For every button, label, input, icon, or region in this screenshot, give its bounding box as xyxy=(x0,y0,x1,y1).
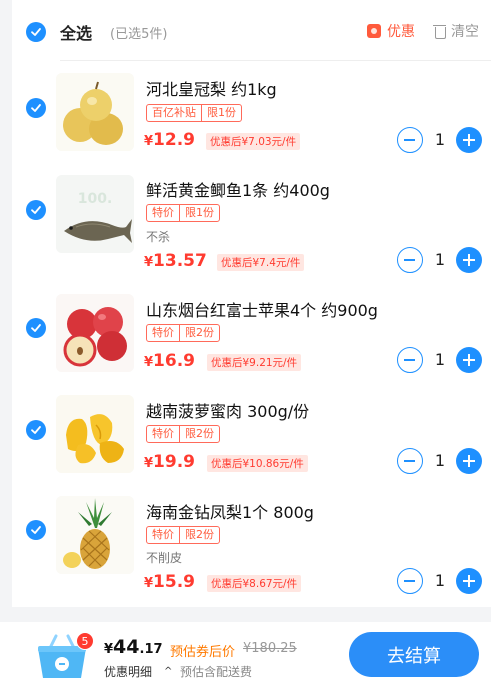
item-tag: 特价 xyxy=(152,326,174,339)
checkmark-icon xyxy=(31,104,41,112)
chevron-up-icon[interactable]: ^ xyxy=(164,666,172,677)
cart-item: 越南菠萝蜜肉 300g/份 特价 限2份 ¥19.9 优惠后¥10.86元/件 … xyxy=(12,392,491,502)
after-discount-price: 优惠后¥7.03元/件 xyxy=(206,133,301,150)
item-tags: 特价 限2份 xyxy=(146,526,220,544)
item-title[interactable]: 越南菠萝蜜肉 300g/份 xyxy=(146,398,309,422)
checkmark-icon xyxy=(31,526,41,534)
after-discount-price: 优惠后¥7.4元/件 xyxy=(217,254,305,271)
cart-item: 100. 鲜活黄金鲫鱼1条 约400g 特价 限1份 不杀 ¥13.57 优惠后… xyxy=(12,172,491,282)
decrease-qty-button[interactable] xyxy=(397,247,423,273)
coupon-button[interactable]: 优惠 xyxy=(367,21,415,41)
item-title[interactable]: 鲜活黄金鲫鱼1条 约400g xyxy=(146,177,330,201)
item-checkbox[interactable] xyxy=(26,200,46,220)
select-all-checkbox[interactable] xyxy=(26,22,46,42)
product-image-pear[interactable] xyxy=(56,73,134,151)
checkmark-icon xyxy=(31,206,41,214)
increase-qty-button[interactable] xyxy=(456,448,482,474)
item-option-note: 不削皮 xyxy=(146,551,183,565)
item-checkbox[interactable] xyxy=(26,420,46,440)
checkout-button[interactable]: 去结算 xyxy=(349,632,479,677)
item-tags: 特价 限1份 xyxy=(146,204,220,222)
checkout-bar: 5 ¥44.17 预估券后价 ¥180.25 优惠明细 ^ 预估含配送费 去结算 xyxy=(0,622,491,687)
decrease-qty-button[interactable] xyxy=(397,568,423,594)
item-checkbox[interactable] xyxy=(26,98,46,118)
item-price: ¥16.9 xyxy=(144,351,195,371)
item-quantity: 1 xyxy=(434,451,446,470)
product-image-fish[interactable]: 100. xyxy=(56,175,134,253)
estimate-label: 预估券后价 xyxy=(170,645,236,660)
item-option-note: 不杀 xyxy=(146,230,171,244)
cart-item: 山东烟台红富士苹果4个 约900g 特价 限2份 ¥16.9 优惠后¥9.21元… xyxy=(12,291,491,401)
cart-item: 海南金钻凤梨1个 800g 特价 限2份 不削皮 ¥15.9 优惠后¥8.67元… xyxy=(12,493,491,603)
increase-qty-button[interactable] xyxy=(456,568,482,594)
after-discount-price: 优惠后¥8.67元/件 xyxy=(207,575,302,592)
clear-label: 清空 xyxy=(451,24,479,40)
item-quantity: 1 xyxy=(434,571,446,590)
increase-qty-button[interactable] xyxy=(456,247,482,273)
after-discount-price: 优惠后¥9.21元/件 xyxy=(207,354,302,371)
item-tag: 限2份 xyxy=(179,527,219,543)
item-quantity: 1 xyxy=(434,130,446,149)
item-checkbox[interactable] xyxy=(26,318,46,338)
cart-card: 全选 (已选5件) 优惠 清空 河北皇冠梨 约1kg 百亿补贴 限1份 ¥12.… xyxy=(12,0,491,607)
item-tags: 特价 限2份 xyxy=(146,425,220,443)
discount-detail-link[interactable]: 优惠明细 xyxy=(104,663,152,680)
total-price: ¥44.17 xyxy=(104,636,163,658)
item-tag: 限2份 xyxy=(179,426,219,442)
product-image-apple[interactable] xyxy=(56,294,134,372)
item-tags: 百亿补贴 限1份 xyxy=(146,104,242,122)
item-tag: 特价 xyxy=(152,427,174,440)
item-tag: 特价 xyxy=(152,206,174,219)
decrease-qty-button[interactable] xyxy=(397,448,423,474)
item-price: ¥13.57 xyxy=(144,251,207,271)
increase-qty-button[interactable] xyxy=(456,347,482,373)
item-quantity: 1 xyxy=(434,250,446,269)
product-image-jackfruit[interactable] xyxy=(56,395,134,473)
cart-item: 河北皇冠梨 约1kg 百亿补贴 限1份 ¥12.9 优惠后¥7.03元/件 1 xyxy=(12,70,491,180)
trash-icon xyxy=(433,24,446,39)
select-all-label[interactable]: 全选 xyxy=(60,20,92,44)
item-tag: 限1份 xyxy=(201,105,241,121)
checkmark-icon xyxy=(31,324,41,332)
after-discount-price: 优惠后¥10.86元/件 xyxy=(207,455,308,472)
svg-text:100.: 100. xyxy=(78,191,113,207)
selected-count: (已选5件) xyxy=(110,27,168,42)
header-divider xyxy=(60,60,491,61)
clear-button[interactable]: 清空 xyxy=(433,21,479,41)
decrease-qty-button[interactable] xyxy=(397,127,423,153)
checkmark-icon xyxy=(31,426,41,434)
product-image-pineapple[interactable] xyxy=(56,496,134,574)
item-price: ¥12.9 xyxy=(144,130,195,150)
increase-qty-button[interactable] xyxy=(456,127,482,153)
item-price: ¥19.9 xyxy=(144,452,195,472)
item-tag: 限2份 xyxy=(179,325,219,341)
estimate-note: 预估含配送费 xyxy=(180,665,253,679)
original-price: ¥180.25 xyxy=(243,641,297,656)
item-title[interactable]: 河北皇冠梨 约1kg xyxy=(146,76,277,100)
item-title[interactable]: 山东烟台红富士苹果4个 约900g xyxy=(146,297,378,321)
item-tag: 限1份 xyxy=(179,205,219,221)
item-tag: 特价 xyxy=(152,528,174,541)
item-tag: 百亿补贴 xyxy=(152,106,196,119)
coupon-icon xyxy=(367,24,381,38)
coupon-label: 优惠 xyxy=(387,24,415,40)
item-price: ¥15.9 xyxy=(144,572,195,592)
item-tags: 特价 限2份 xyxy=(146,324,220,342)
decrease-qty-button[interactable] xyxy=(397,347,423,373)
item-title[interactable]: 海南金钻凤梨1个 800g xyxy=(146,499,314,523)
checkmark-icon xyxy=(31,28,41,36)
item-quantity: 1 xyxy=(434,350,446,369)
item-checkbox[interactable] xyxy=(26,520,46,540)
cart-count-badge: 5 xyxy=(76,632,94,650)
